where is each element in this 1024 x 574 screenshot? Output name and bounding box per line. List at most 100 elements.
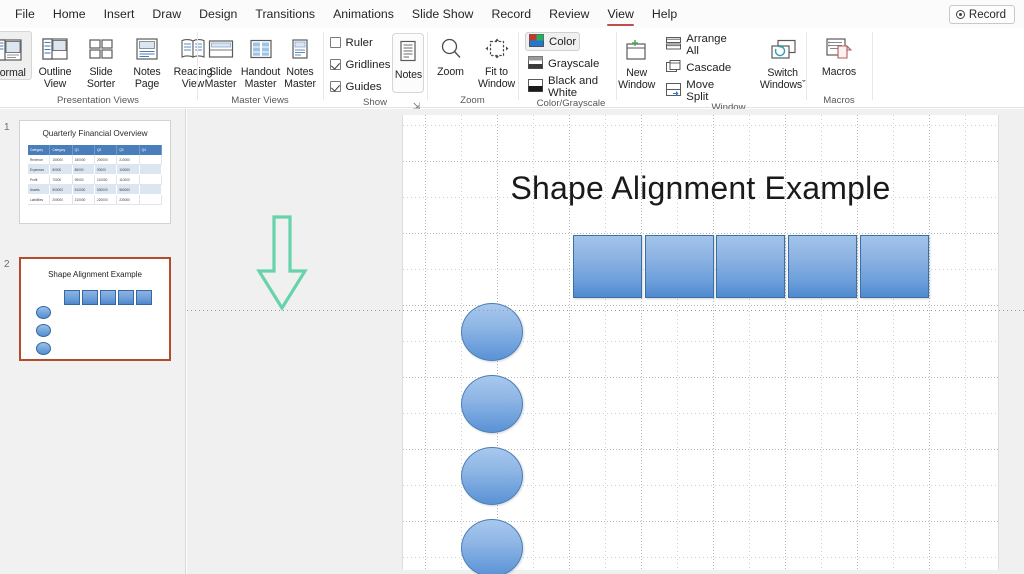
normal-view-label: Normal bbox=[0, 67, 26, 79]
slide-rectangle-1[interactable] bbox=[573, 235, 642, 298]
move-split-icon bbox=[666, 82, 682, 99]
gridlines-checkbox-row[interactable]: Gridlines bbox=[329, 55, 390, 74]
switch-windows-icon bbox=[769, 35, 797, 65]
ribbon-group-macros: Macros Macros bbox=[809, 28, 869, 108]
tab-help[interactable]: Help bbox=[643, 0, 686, 28]
table-cell bbox=[139, 175, 162, 185]
table-cell: Liabilities bbox=[28, 195, 51, 205]
table-cell bbox=[139, 165, 162, 175]
slide-thumbnail-1-frame[interactable]: Quarterly Financial Overview Category Ca… bbox=[19, 120, 171, 224]
slide-rectangle-3[interactable] bbox=[716, 235, 785, 298]
slide-title-text[interactable]: Shape Alignment Example bbox=[403, 170, 998, 207]
color-swatch-icon bbox=[529, 33, 544, 50]
table-cell: 70000 bbox=[50, 175, 73, 185]
table-cell: 150000 bbox=[50, 155, 73, 165]
thumb-rectangle bbox=[136, 290, 152, 305]
arrange-all-label: Arrange All bbox=[686, 32, 727, 57]
color-option-label: Color bbox=[549, 35, 577, 48]
tab-draw[interactable]: Draw bbox=[143, 0, 190, 28]
table-row: Assets 500000 510000 530000 560000 bbox=[28, 185, 162, 195]
slide-sorter-icon bbox=[88, 34, 114, 64]
table-cell: Profit bbox=[28, 175, 51, 185]
presentation-views-group-label: Presentation Views bbox=[57, 95, 139, 106]
arrange-all-button[interactable]: Arrange All bbox=[663, 32, 740, 57]
macros-button[interactable]: Macros bbox=[813, 31, 865, 78]
fit-to-window-button[interactable]: Fit to Window bbox=[474, 31, 520, 90]
slide-circle-4[interactable] bbox=[461, 519, 523, 574]
powerpoint-window: File Home Insert Draw Design Transitions… bbox=[0, 0, 1024, 574]
slide-master-icon bbox=[208, 34, 234, 64]
slide-circle-3[interactable] bbox=[461, 447, 523, 505]
slide-rectangle-4[interactable] bbox=[788, 235, 857, 298]
table-cell: 100000 bbox=[117, 165, 140, 175]
record-dot-icon bbox=[955, 10, 965, 19]
guides-checkbox-row[interactable]: Guides bbox=[329, 77, 391, 96]
notes-page-button[interactable]: Notes Page bbox=[124, 31, 170, 90]
grayscale-option[interactable]: Grayscale bbox=[525, 53, 602, 74]
handout-master-button[interactable]: Handout Master bbox=[240, 31, 281, 90]
tab-home[interactable]: Home bbox=[44, 0, 95, 28]
slide-circle-2[interactable] bbox=[461, 375, 523, 433]
zoom-button[interactable]: Zoom bbox=[428, 31, 474, 78]
record-button-label: Record bbox=[968, 8, 1006, 21]
macros-button-label: Macros bbox=[821, 66, 857, 78]
slide-master-label: Slide Master bbox=[204, 66, 237, 90]
slide-thumbnail-2-frame[interactable]: Shape Alignment Example bbox=[19, 257, 171, 361]
window-small-buttons: Arrange All Cascade Move Split bbox=[663, 32, 740, 103]
table-cell: 210000 bbox=[117, 155, 140, 165]
switch-windows-button[interactable]: Switch Windowsˇ bbox=[754, 32, 811, 91]
slide-editing-workspace[interactable]: Shape Alignment Example bbox=[187, 109, 1024, 574]
tab-review[interactable]: Review bbox=[540, 0, 598, 28]
cascade-icon bbox=[666, 59, 681, 76]
tab-record[interactable]: Record bbox=[482, 0, 540, 28]
record-button[interactable]: Record bbox=[948, 5, 1015, 24]
notes-button[interactable]: Notes bbox=[392, 33, 425, 93]
cascade-button[interactable]: Cascade bbox=[663, 57, 740, 78]
slide-rectangle-2[interactable] bbox=[645, 235, 714, 298]
gridlines-checkbox[interactable] bbox=[329, 59, 341, 70]
slide-thumbnail-1[interactable]: 1 Quarterly Financial Overview Category … bbox=[0, 117, 185, 227]
slide-sorter-button[interactable]: Slide Sorter bbox=[78, 31, 124, 90]
outline-view-label: Outline View bbox=[38, 66, 72, 90]
table-row: Revenue 150000 180000 200000 210000 bbox=[28, 155, 162, 165]
new-window-button[interactable]: New Window bbox=[614, 32, 659, 91]
notes-master-button[interactable]: Notes Master bbox=[281, 31, 319, 90]
black-and-white-option[interactable]: Black and White bbox=[525, 75, 621, 99]
macros-group-label: Macros bbox=[823, 95, 855, 106]
table-cell: Assets bbox=[28, 185, 51, 195]
guides-label: Guides bbox=[345, 80, 382, 93]
tab-transitions[interactable]: Transitions bbox=[246, 0, 324, 28]
outline-view-button[interactable]: Outline View bbox=[32, 31, 78, 90]
slide-circle-1[interactable] bbox=[461, 303, 523, 361]
down-arrow-shape[interactable] bbox=[253, 215, 311, 312]
notes-page-icon bbox=[134, 34, 160, 64]
table-cell bbox=[139, 185, 162, 195]
slide-canvas[interactable]: Shape Alignment Example bbox=[402, 115, 999, 574]
slide-thumbnail-2[interactable]: 2 Shape Alignment Example bbox=[0, 254, 185, 364]
table-cell: Revenue bbox=[28, 155, 51, 165]
ruler-checkbox[interactable] bbox=[329, 37, 341, 48]
zoom-button-label: Zoom bbox=[437, 66, 464, 78]
tab-animations[interactable]: Animations bbox=[324, 0, 403, 28]
ribbon-separator-2 bbox=[323, 32, 324, 100]
tab-view[interactable]: View bbox=[598, 0, 642, 28]
tab-insert[interactable]: Insert bbox=[95, 0, 144, 28]
table-cell: 530000 bbox=[94, 185, 118, 195]
ruler-checkbox-row[interactable]: Ruler bbox=[329, 33, 391, 52]
tab-slide-show[interactable]: Slide Show bbox=[403, 0, 483, 28]
thumb-circle bbox=[36, 306, 51, 319]
tab-file[interactable]: File bbox=[6, 0, 44, 28]
table-header-cell: Category bbox=[50, 145, 73, 155]
slide-thumbnail-panel[interactable]: 1 Quarterly Financial Overview Category … bbox=[0, 109, 186, 574]
normal-view-button[interactable]: Normal bbox=[0, 31, 32, 80]
move-split-button[interactable]: Move Split bbox=[663, 79, 740, 103]
tab-design[interactable]: Design bbox=[190, 0, 246, 28]
horizontal-guide[interactable] bbox=[187, 310, 1024, 311]
outline-view-icon bbox=[42, 34, 68, 64]
slide-rectangle-5[interactable] bbox=[860, 235, 929, 298]
color-option[interactable]: Color bbox=[525, 32, 581, 51]
guides-checkbox[interactable] bbox=[329, 81, 341, 92]
slide-master-button[interactable]: Slide Master bbox=[201, 31, 240, 90]
table-cell bbox=[139, 155, 162, 165]
table-cell: 560000 bbox=[117, 185, 140, 195]
